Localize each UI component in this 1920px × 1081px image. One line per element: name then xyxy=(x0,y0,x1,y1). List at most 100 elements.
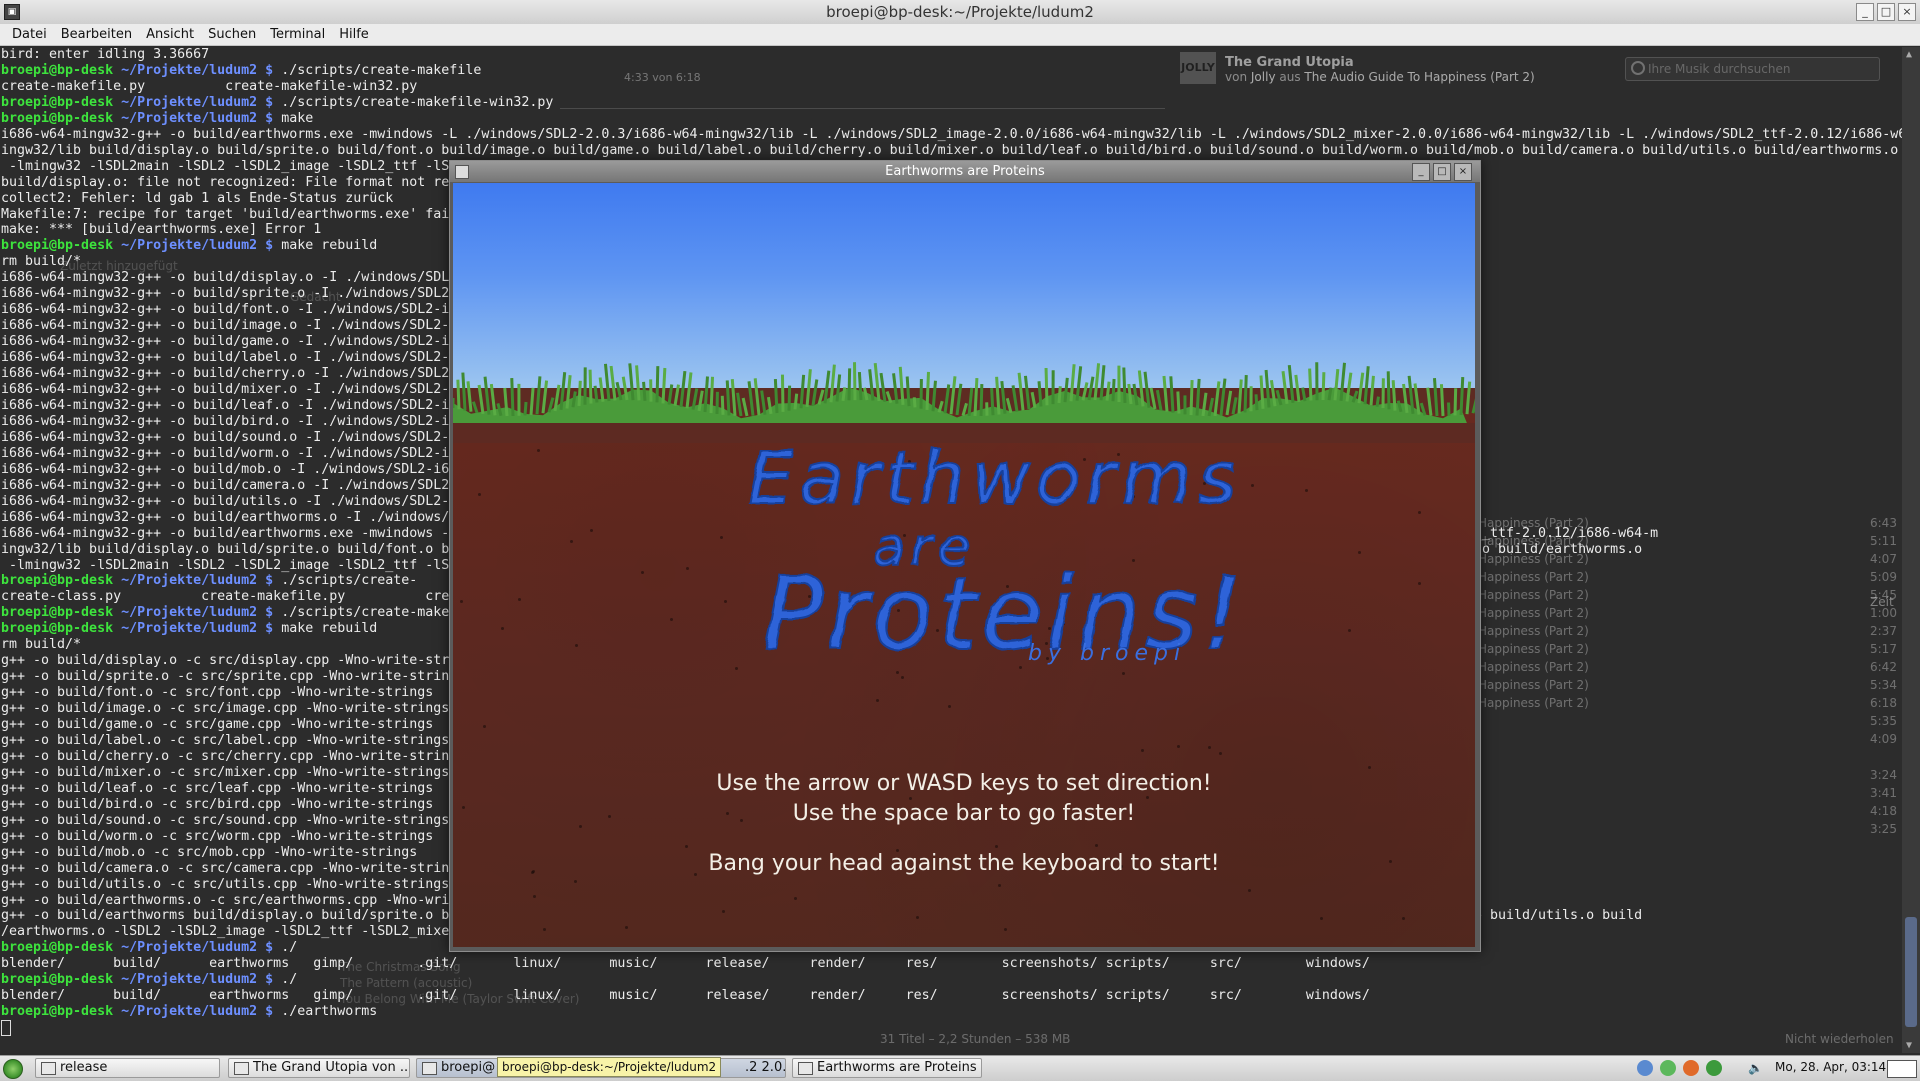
prompt-user: broepi@bp-desk xyxy=(1,621,113,636)
prompt-path: ~/Projekte/ludum2 $ xyxy=(113,238,273,253)
close-icon[interactable]: × xyxy=(1454,163,1472,181)
grass-blade xyxy=(727,380,729,415)
prompt-user: broepi@bp-desk xyxy=(1,111,113,126)
grass-blade xyxy=(981,384,982,416)
volume-icon[interactable]: 🔈 xyxy=(1748,1061,1762,1075)
taskbar-music-label: The Grand Utopia von ... xyxy=(253,1060,410,1075)
terminal-icon xyxy=(422,1062,437,1075)
minimize-icon[interactable]: _ xyxy=(1412,163,1430,181)
game-window[interactable]: Earthworms are Proteins _ □ × Earthworms… xyxy=(449,160,1481,952)
grass-blade xyxy=(1289,365,1293,403)
taskbar-game[interactable]: Earthworms are Proteins xyxy=(792,1058,982,1078)
grass-blade xyxy=(1227,391,1231,415)
dirt-speck xyxy=(901,676,904,679)
dirt-speck xyxy=(1177,745,1180,748)
instruction-speed: Use the space bar to go faster! xyxy=(453,801,1475,826)
menu-suchen[interactable]: Suchen xyxy=(204,27,260,42)
taskbar-terminal-tail: .2 2.0.3-... xyxy=(745,1059,786,1077)
menu-bearbeiten[interactable]: Bearbeiten xyxy=(57,27,136,42)
grass-blade xyxy=(1473,399,1475,413)
grass-blade xyxy=(1178,392,1179,414)
grass-blade xyxy=(775,379,777,413)
scroll-down-icon[interactable]: ▼ xyxy=(1906,1040,1912,1051)
menu-ansicht[interactable]: Ansicht xyxy=(142,27,198,42)
command-text: ./ xyxy=(273,940,297,955)
scrollbar-thumb[interactable] xyxy=(1905,917,1917,1027)
maximize-icon[interactable]: □ xyxy=(1433,163,1451,181)
grass-blade xyxy=(1245,375,1246,412)
bluetooth-icon[interactable] xyxy=(1637,1060,1653,1076)
taskbar-release[interactable]: release xyxy=(35,1058,220,1078)
grass-blade xyxy=(579,381,580,406)
grass-blade xyxy=(1310,369,1311,401)
grass-blade xyxy=(1157,390,1161,410)
taskbar-release-label: release xyxy=(60,1060,107,1075)
grass-blade xyxy=(1359,373,1363,404)
grass-blade xyxy=(1428,388,1431,416)
taskbar-game-label: Earthworms are Proteins xyxy=(817,1060,977,1075)
grass-blade xyxy=(1095,363,1099,400)
dirt-speck xyxy=(735,667,738,670)
grass-blade xyxy=(1197,379,1199,416)
game-window-icon[interactable] xyxy=(455,165,469,179)
grass-blade xyxy=(1025,376,1029,409)
grass-blade xyxy=(605,364,609,401)
grass-blade xyxy=(843,387,845,400)
grass-blade xyxy=(1239,380,1241,414)
grass-blade xyxy=(1365,366,1368,404)
network-icon[interactable] xyxy=(1660,1060,1676,1076)
dirt-speck xyxy=(1418,511,1421,514)
update-icon[interactable] xyxy=(1683,1060,1699,1076)
terminal-line: broepi@bp-desk ~/Projekte/ludum2 $ ./ear… xyxy=(1,1004,1902,1020)
game-canvas[interactable]: Earthworms are Proteins! by broepi Use t… xyxy=(453,183,1475,947)
terminal-scrollbar[interactable]: ▲ ▼ xyxy=(1902,47,1920,1053)
grass-blade xyxy=(914,397,915,407)
grass-blade xyxy=(1107,382,1109,401)
game-logo: Earthworms are Proteins! xyxy=(723,423,1243,663)
menu-datei[interactable]: Datei xyxy=(8,27,51,42)
terminal-icon: ▣ xyxy=(4,4,20,20)
grass-blade xyxy=(458,380,459,410)
grass-blade xyxy=(743,398,747,416)
menu-hilfe[interactable]: Hilfe xyxy=(335,27,373,42)
start-menu-icon[interactable] xyxy=(3,1059,23,1079)
minimize-icon[interactable]: _ xyxy=(1856,3,1874,21)
shield-icon[interactable] xyxy=(1706,1060,1722,1076)
grass-blade xyxy=(957,384,961,415)
prompt-path: ~/Projekte/ludum2 $ xyxy=(113,95,273,110)
grass-blade xyxy=(907,377,909,407)
dirt-speck xyxy=(1305,489,1308,492)
dirt-speck xyxy=(1146,796,1149,799)
dirt-speck xyxy=(1208,746,1211,749)
cursor-line[interactable] xyxy=(1,1020,1902,1037)
grass-blade xyxy=(762,391,765,415)
dirt-speck xyxy=(641,571,644,574)
scroll-up-icon[interactable]: ▲ xyxy=(1906,49,1912,60)
workspace-icon[interactable] xyxy=(1887,1060,1917,1078)
dirt-speck xyxy=(1348,629,1351,632)
close-icon[interactable]: × xyxy=(1898,3,1916,21)
dirt-speck xyxy=(460,600,463,603)
dirt-speck xyxy=(998,884,1001,887)
grass-blade xyxy=(755,378,759,415)
game-titlebar[interactable]: Earthworms are Proteins _ □ × xyxy=(450,161,1480,182)
command-text: ./earthworms xyxy=(273,1004,377,1019)
taskbar-music-player[interactable]: The Grand Utopia von ... xyxy=(228,1058,410,1078)
grass-blade xyxy=(644,382,645,401)
dirt-speck xyxy=(995,845,998,848)
clock[interactable]: Mo, 28. Apr, 03:14 xyxy=(1775,1060,1886,1074)
terminal-titlebar[interactable]: ▣ broepi@bp-desk:~/Projekte/ludum2 _ □ × xyxy=(0,0,1920,25)
grass-blade xyxy=(1019,373,1023,411)
maximize-icon[interactable]: □ xyxy=(1877,3,1895,21)
prompt-user: broepi@bp-desk xyxy=(1,238,113,253)
grass-blade xyxy=(1124,368,1125,403)
grass-blade xyxy=(813,380,817,406)
grass-blade xyxy=(1467,382,1470,415)
dirt-speck xyxy=(916,916,919,919)
grass-blade xyxy=(512,378,513,416)
menu-terminal[interactable]: Terminal xyxy=(266,27,329,42)
command-text: ./scripts/create- xyxy=(273,573,417,588)
grass-blade xyxy=(1046,368,1047,405)
dirt-speck xyxy=(537,449,540,452)
prompt-path: ~/Projekte/ludum2 $ xyxy=(113,111,273,126)
